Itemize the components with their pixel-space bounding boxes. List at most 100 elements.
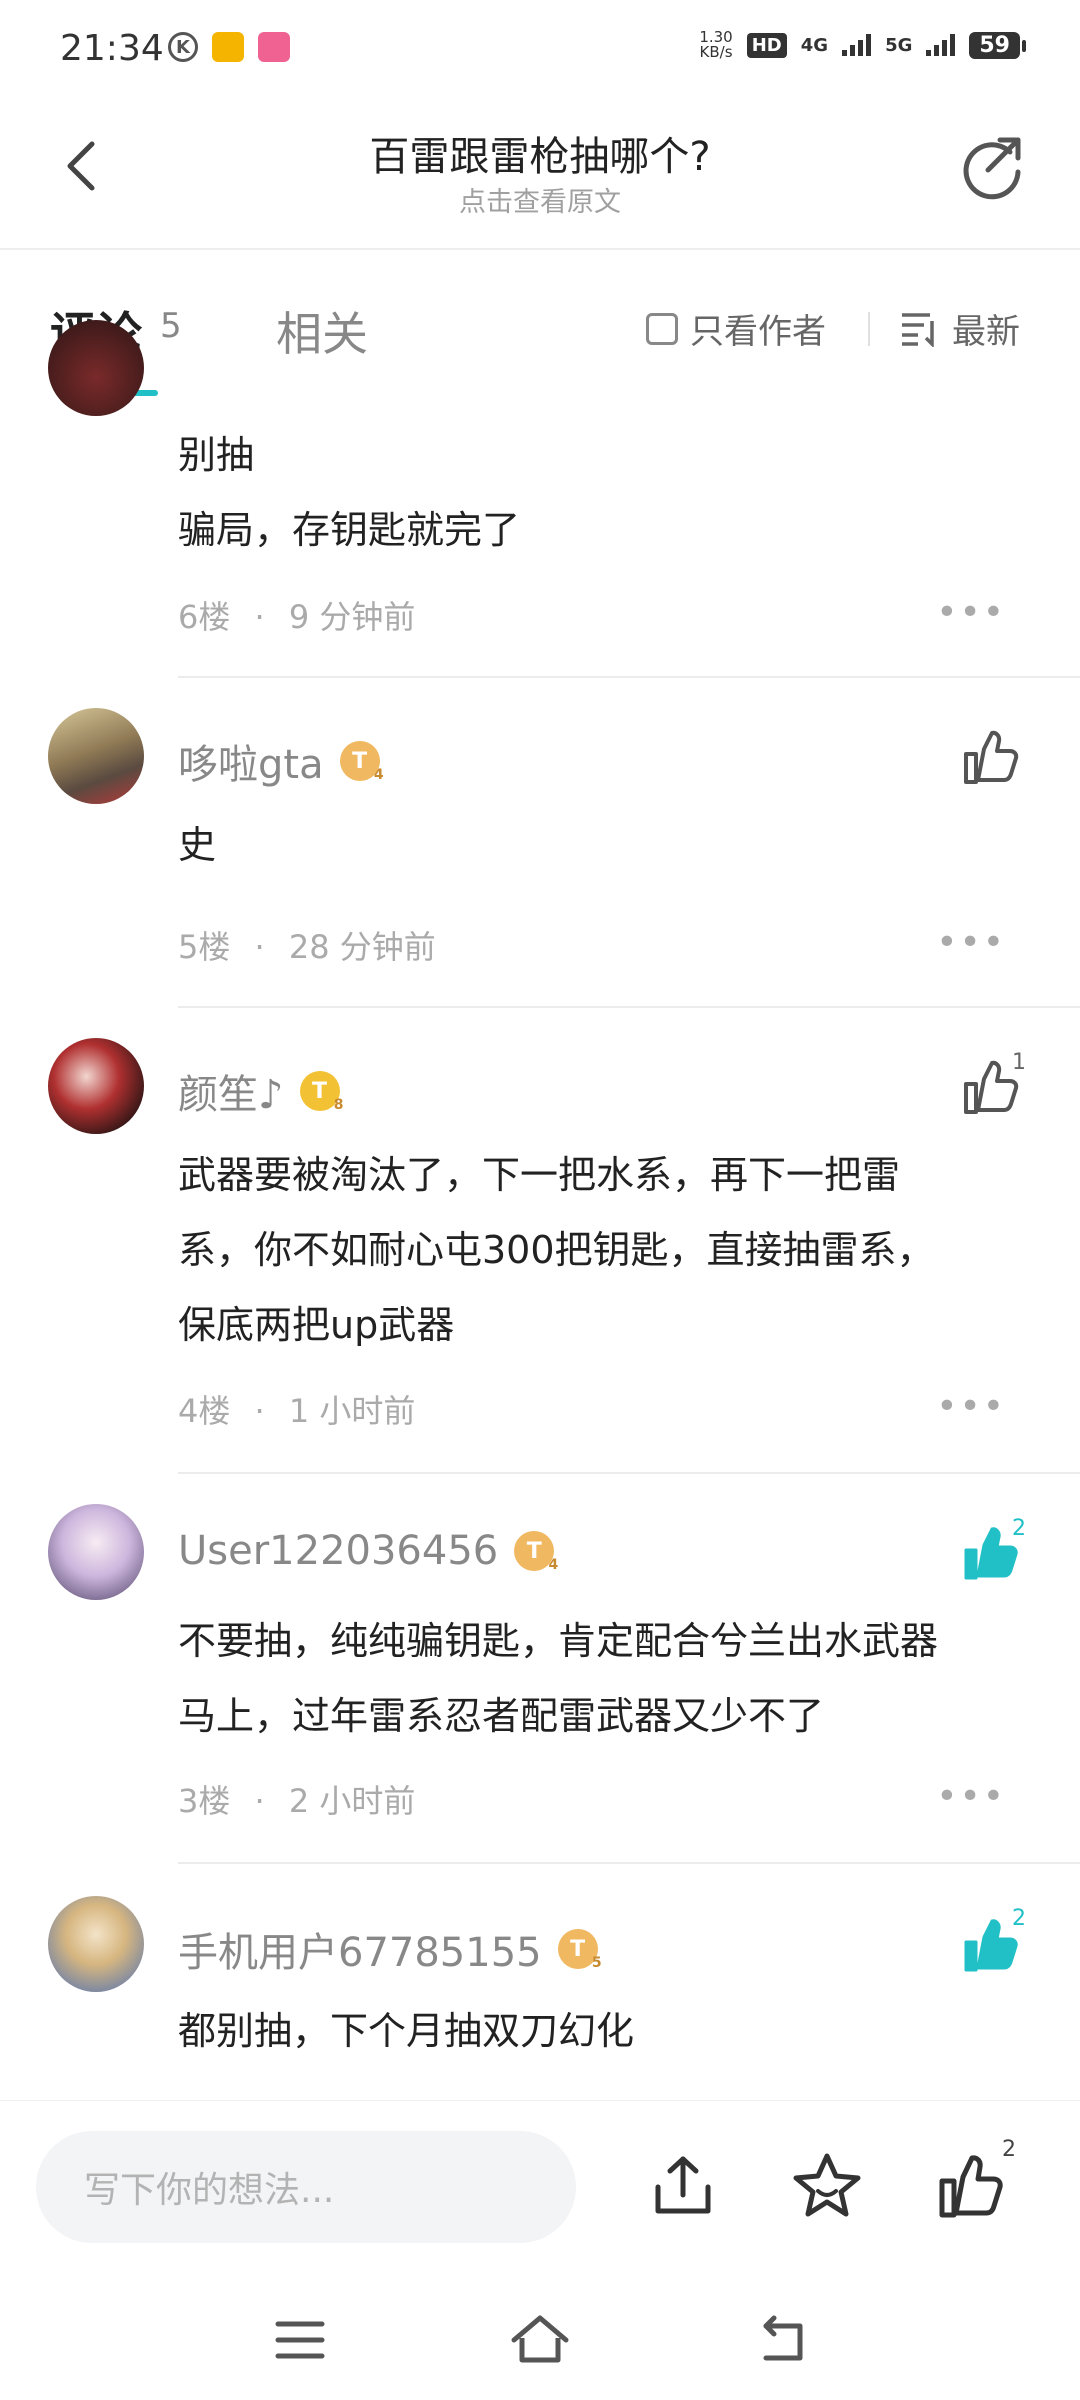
username[interactable]: 哆啦gta T4 (178, 732, 384, 790)
comment-text: 史 (178, 808, 1018, 883)
divider (178, 1006, 1080, 1008)
comment-line: 不要抽，纯纯骗钥匙，肯定配合兮兰出水武器 (178, 1619, 939, 1663)
divider (178, 676, 1080, 678)
network-speed: 1.30 KB/s (699, 30, 732, 60)
avatar[interactable] (48, 1896, 144, 1992)
level-letter: T (526, 1538, 542, 1564)
comment-line: 系，你不如耐心屯300把钥匙，直接抽雷系， (178, 1228, 935, 1272)
thumbs-up-filled-icon[interactable] (960, 1916, 1020, 1976)
sort-button[interactable]: 最新 (900, 304, 1020, 353)
level-letter: T (570, 1936, 586, 1962)
floor-number: 6楼 (178, 598, 231, 636)
level-number: 4 (373, 767, 384, 783)
status-bar: 21:34 K 1.30 KB/s HD 4G 5G 59 (0, 0, 1080, 100)
like-count: 1 (1012, 1050, 1026, 1075)
comment-time: 2 小时前 (288, 1782, 416, 1820)
avatar[interactable] (48, 1038, 144, 1134)
share-upload-icon[interactable] (648, 2151, 718, 2221)
level-number: 4 (548, 1557, 559, 1573)
back-nav-icon[interactable] (752, 2310, 812, 2370)
page-title: 百雷跟雷枪抽哪个? (369, 134, 711, 180)
username[interactable]: 颜笙♪ T8 (178, 1062, 344, 1120)
signal-4g-label: 4G (800, 34, 829, 56)
only-author-toggle[interactable]: 只看作者 (646, 304, 826, 353)
menu-icon[interactable] (270, 2310, 330, 2370)
k-app-icon: K (168, 32, 198, 62)
home-icon[interactable] (510, 2310, 570, 2370)
hd-voice-icon: HD (746, 32, 787, 58)
level-badge: T4 (514, 1531, 558, 1573)
comment-line: 别抽 (178, 433, 255, 477)
avatar[interactable] (48, 320, 144, 416)
comment-time: 9 分钟前 (288, 598, 416, 636)
view-original-link[interactable]: 点击查看原文 (0, 180, 1080, 219)
username[interactable]: 手机用户67785155 T5 (178, 1920, 602, 1978)
more-options-icon[interactable]: ••• (936, 592, 1006, 633)
meta-dot: · (254, 928, 265, 966)
comment-input[interactable]: 写下你的想法... (36, 2131, 576, 2243)
battery-icon: 59 (969, 31, 1026, 59)
username-text: 手机用户67785155 (178, 1930, 542, 1976)
bilibili-app-icon (258, 32, 290, 62)
like-count: 2 (1002, 2137, 1016, 2162)
comment-text: 不要抽，纯纯骗钥匙，肯定配合兮兰出水武器 马上，过年雷系忍者配雷武器又少不了 (178, 1604, 1018, 1754)
checkbox-icon (646, 312, 678, 345)
share-icon (963, 137, 1021, 200)
more-options-icon[interactable]: ••• (936, 1776, 1006, 1817)
comment-line: 骗局，存钥匙就完了 (178, 508, 521, 552)
system-navigation-bar (0, 2280, 1080, 2400)
comment-line: 都别抽，下个月抽双刀幻化 (178, 2009, 635, 2053)
username[interactable]: User122036456 T4 (178, 1528, 558, 1574)
meta-dot: · (254, 1392, 265, 1430)
signal-bars-icon (842, 34, 872, 56)
status-time: 21:34 (60, 28, 164, 69)
comment-meta: 3楼 · 2 小时前 (178, 1776, 415, 1822)
thumbs-up-filled-icon[interactable] (960, 1524, 1020, 1584)
only-author-label: 只看作者 (690, 312, 826, 352)
comments-count: 5 (160, 306, 182, 346)
comment-text: 武器要被淘汰了，下一把水系，再下一把雷 系，你不如耐心屯300把钥匙，直接抽雷系… (178, 1138, 1018, 1363)
divider (868, 312, 870, 346)
avatar[interactable] (48, 708, 144, 804)
bottom-action-bar: 写下你的想法... 2 (0, 2100, 1080, 2280)
tab-related[interactable]: 相关 (276, 298, 368, 364)
floor-number: 3楼 (178, 1782, 231, 1820)
like-count: 2 (1012, 1906, 1026, 1931)
star-icon[interactable] (792, 2151, 862, 2221)
level-badge: T8 (299, 1071, 344, 1113)
comment-line: 马上，过年雷系忍者配雷武器又少不了 (178, 1694, 825, 1738)
comment-meta: 4楼 · 1 小时前 (178, 1386, 415, 1432)
status-notification-icons: K (168, 32, 290, 62)
level-badge: T5 (557, 1929, 602, 1971)
username-text: 哆啦gta (178, 742, 324, 788)
more-options-icon[interactable]: ••• (936, 922, 1006, 963)
divider (178, 1472, 1080, 1474)
sort-icon (902, 312, 934, 347)
comment-line: 保底两把up武器 (178, 1303, 455, 1347)
avatar[interactable] (48, 1504, 144, 1600)
meta-dot: · (254, 1782, 265, 1820)
comment-time: 1 小时前 (288, 1392, 416, 1430)
top-app-bar: 百雷跟雷枪抽哪个? 点击查看原文 (0, 100, 1080, 250)
more-options-icon[interactable]: ••• (936, 1386, 1006, 1427)
floor-number: 4楼 (178, 1392, 231, 1430)
thumbs-up-icon[interactable] (960, 1058, 1020, 1118)
network-speed-unit: KB/s (699, 43, 733, 61)
thumbs-up-icon[interactable] (936, 2151, 1006, 2221)
level-number: 5 (591, 1955, 602, 1971)
level-number: 8 (333, 1097, 344, 1113)
comment-text: 别抽 骗局，存钥匙就完了 (178, 418, 1018, 568)
signal-5g-label: 5G (885, 34, 913, 56)
level-letter: T (312, 1078, 328, 1104)
comment-meta: 5楼 · 28 分钟前 (178, 922, 436, 968)
comment-line: 史 (178, 823, 217, 867)
comment-line: 武器要被淘汰了，下一把水系，再下一把雷 (178, 1153, 901, 1197)
level-badge: T4 (339, 741, 384, 783)
comment-meta: 6楼 · 9 分钟前 (178, 592, 415, 638)
sort-label: 最新 (952, 312, 1020, 352)
status-right-icons: 1.30 KB/s HD 4G 5G 59 (699, 30, 1026, 60)
comment-tabs: 评论 5 相关 只看作者 最新 (0, 270, 1080, 380)
username-text: 颜笙♪ (178, 1072, 284, 1118)
thumbs-up-icon[interactable] (960, 728, 1020, 788)
share-button[interactable] (958, 130, 1028, 200)
